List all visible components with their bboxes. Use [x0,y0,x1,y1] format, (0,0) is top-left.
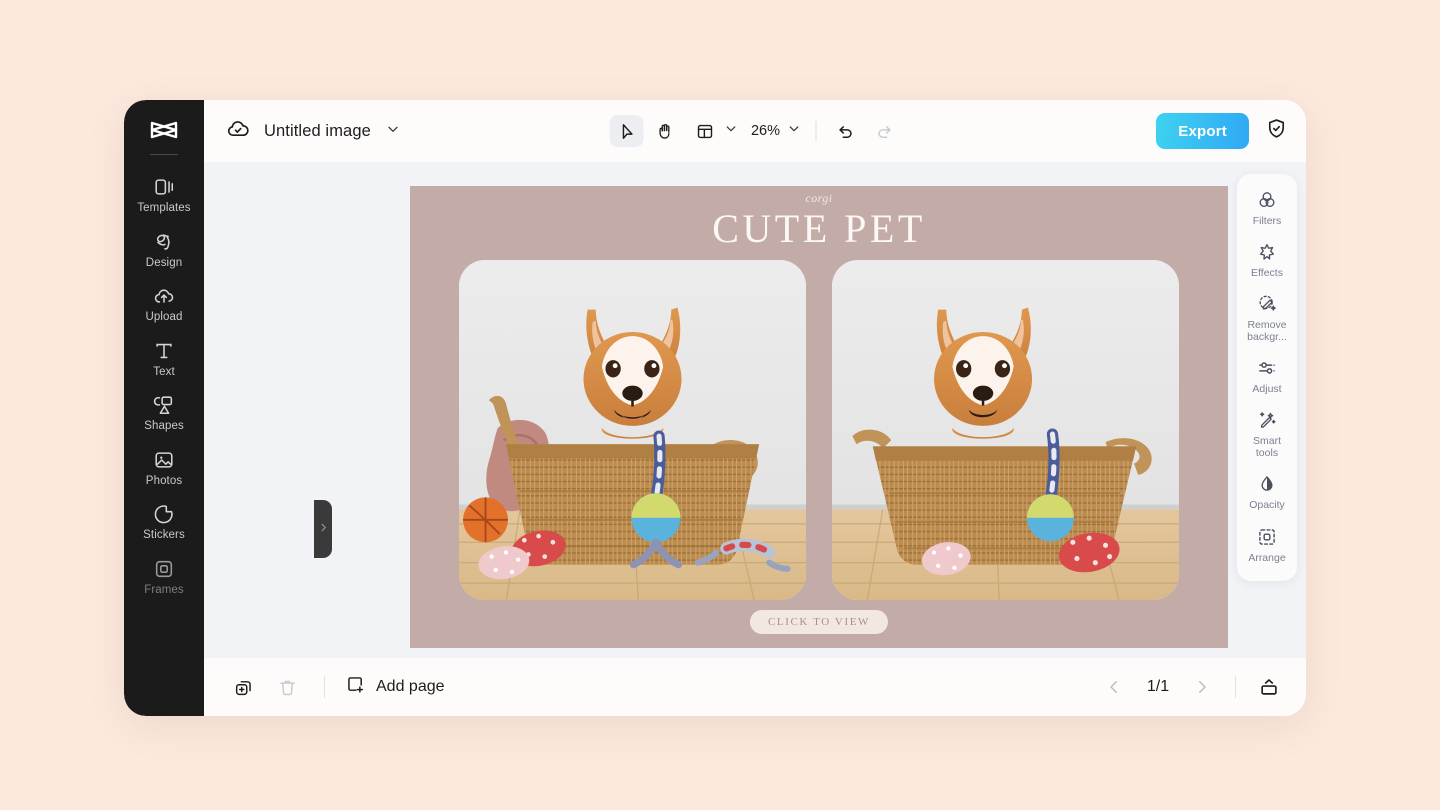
right-panel-item-label: Remove backgr... [1247,319,1287,343]
export-button[interactable]: Export [1156,113,1249,149]
bottom-toolbar: Add page 1/1 [204,658,1306,716]
artboard-title-text: CUTE PET [410,207,1228,251]
sidebar-item-shapes[interactable]: Shapes [124,385,204,440]
right-panel-item-effects[interactable]: Effects [1237,234,1297,286]
sidebar-item-frames[interactable]: Frames [124,549,204,604]
right-panel-item-remove-background[interactable]: Remove backgr... [1237,286,1297,350]
topbar-center-tools: 26% [610,115,901,147]
sidebar-item-design[interactable]: Design [124,222,204,277]
right-panel-item-label: Smart tools [1253,435,1281,459]
sidebar-item-label: Text [153,367,175,379]
text-icon [153,340,175,362]
previous-page-button[interactable] [1097,671,1131,703]
sidebar-item-label: Photos [146,476,182,488]
zoom-control-group[interactable]: 26% [745,121,804,141]
right-panel-item-label: Adjust [1252,383,1281,395]
page-navigation: 1/1 [1097,671,1286,703]
add-page-button[interactable]: Add page [345,674,445,700]
chevron-right-icon [318,520,329,538]
capcut-logo-icon[interactable] [142,114,186,148]
document-title[interactable]: Untitled image [264,122,371,141]
right-panel-item-filters[interactable]: Filters [1237,182,1297,234]
artboard[interactable]: corgi CUTE PET [410,186,1228,648]
right-panel-item-arrange[interactable]: Arrange [1237,519,1297,571]
sidebar-item-templates[interactable]: Templates [124,167,204,222]
expand-panel-button[interactable] [1252,671,1286,703]
right-panel-item-label: Filters [1253,215,1282,227]
topbar-right-group: Export [1156,113,1288,149]
sidebar-item-label: Stickers [143,530,185,542]
delete-page-button[interactable] [270,671,304,703]
next-page-button[interactable] [1185,671,1219,703]
sidebar-item-label: Frames [144,585,184,597]
artboard-cta-button[interactable]: CLICK TO VIEW [750,610,888,634]
bottombar-divider [324,676,325,698]
upload-cloud-icon [153,285,175,307]
right-panel-item-label: Opacity [1249,499,1285,511]
sidebar-collapse-handle[interactable] [314,500,332,558]
undo-button[interactable] [829,115,863,147]
effects-star-icon [1257,242,1277,262]
chevron-down-icon[interactable] [385,121,401,142]
layout-grid-icon[interactable] [688,115,722,147]
sidebar-item-photos[interactable]: Photos [124,440,204,495]
toolbar-divider [816,121,817,141]
chevron-down-icon[interactable] [787,121,802,141]
corgi-basket-photo [459,260,806,600]
photo-card-2[interactable] [832,260,1179,600]
right-tools-panel: Filters Effects [1237,174,1297,581]
add-page-icon [345,674,366,700]
sidebar-item-upload[interactable]: Upload [124,276,204,331]
smart-tools-wand-icon [1257,410,1277,430]
arrange-icon [1257,527,1277,547]
app-window: Templates Design Upload [124,100,1306,716]
stickers-icon [153,503,175,525]
artboard-kicker-text: corgi [410,191,1228,206]
redo-button[interactable] [867,115,901,147]
adjust-sliders-icon [1257,358,1277,378]
select-tool-button[interactable] [610,115,644,147]
hand-tool-button[interactable] [648,115,682,147]
bottombar-divider [1235,676,1236,698]
top-toolbar: Untitled image [204,100,1306,162]
corgi-basket-photo [832,260,1179,600]
filters-icon [1257,190,1277,210]
cloud-saved-icon[interactable] [226,117,250,146]
photo-card-1[interactable] [459,260,806,600]
chevron-down-icon[interactable] [724,121,739,141]
sidebar: Templates Design Upload [124,100,204,716]
sidebar-item-label: Templates [137,203,190,215]
sidebar-divider [150,154,178,155]
page-indicator: 1/1 [1137,678,1179,696]
right-panel-item-label: Effects [1251,267,1283,279]
canvas-workspace[interactable]: corgi CUTE PET [204,162,1306,658]
sidebar-item-stickers[interactable]: Stickers [124,494,204,549]
add-page-label: Add page [376,678,445,696]
zoom-level-value[interactable]: 26% [747,123,785,139]
design-icon [153,231,175,253]
right-panel-item-adjust[interactable]: Adjust [1237,350,1297,402]
templates-icon [153,176,175,198]
duplicate-page-button[interactable] [226,671,260,703]
sidebar-item-label: Upload [145,312,182,324]
topbar-left-group: Untitled image [226,117,401,146]
layout-tool-group[interactable] [686,115,741,147]
right-panel-item-label: Arrange [1248,552,1285,564]
shield-check-icon[interactable] [1265,117,1288,145]
remove-background-icon [1257,294,1277,314]
artboard-photo-row [459,260,1179,600]
main-column: Untitled image [204,100,1306,716]
sidebar-item-label: Design [146,258,182,270]
opacity-droplet-icon [1257,474,1277,494]
photos-icon [153,449,175,471]
frames-icon [153,558,175,580]
right-panel-item-opacity[interactable]: Opacity [1237,466,1297,518]
right-panel-item-smart-tools[interactable]: Smart tools [1237,402,1297,466]
sidebar-item-text[interactable]: Text [124,331,204,386]
sidebar-item-label: Shapes [144,421,184,433]
shapes-icon [153,394,175,416]
